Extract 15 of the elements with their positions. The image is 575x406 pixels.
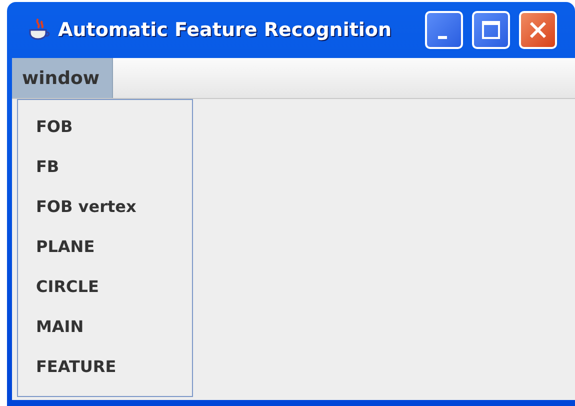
maximize-button[interactable] [472, 11, 510, 49]
close-button[interactable] [519, 11, 557, 49]
menu-item[interactable]: FB [18, 146, 192, 186]
close-icon [527, 19, 549, 41]
menu[interactable]: window [12, 58, 112, 98]
minimize-button[interactable] [425, 11, 463, 49]
menu-item[interactable]: FOB vertex [18, 186, 192, 226]
menu-item[interactable]: MAIN [18, 306, 192, 346]
menu-item[interactable]: PLANE [18, 226, 192, 266]
menu-item[interactable]: CIRCLE [18, 266, 192, 306]
menu-item[interactable]: FEATURE [18, 346, 192, 386]
maximize-icon [480, 19, 502, 41]
minimize-icon [438, 36, 446, 38]
window-title: Automatic Feature Recognition [58, 19, 393, 41]
menu-item[interactable]: FOB [18, 106, 192, 146]
